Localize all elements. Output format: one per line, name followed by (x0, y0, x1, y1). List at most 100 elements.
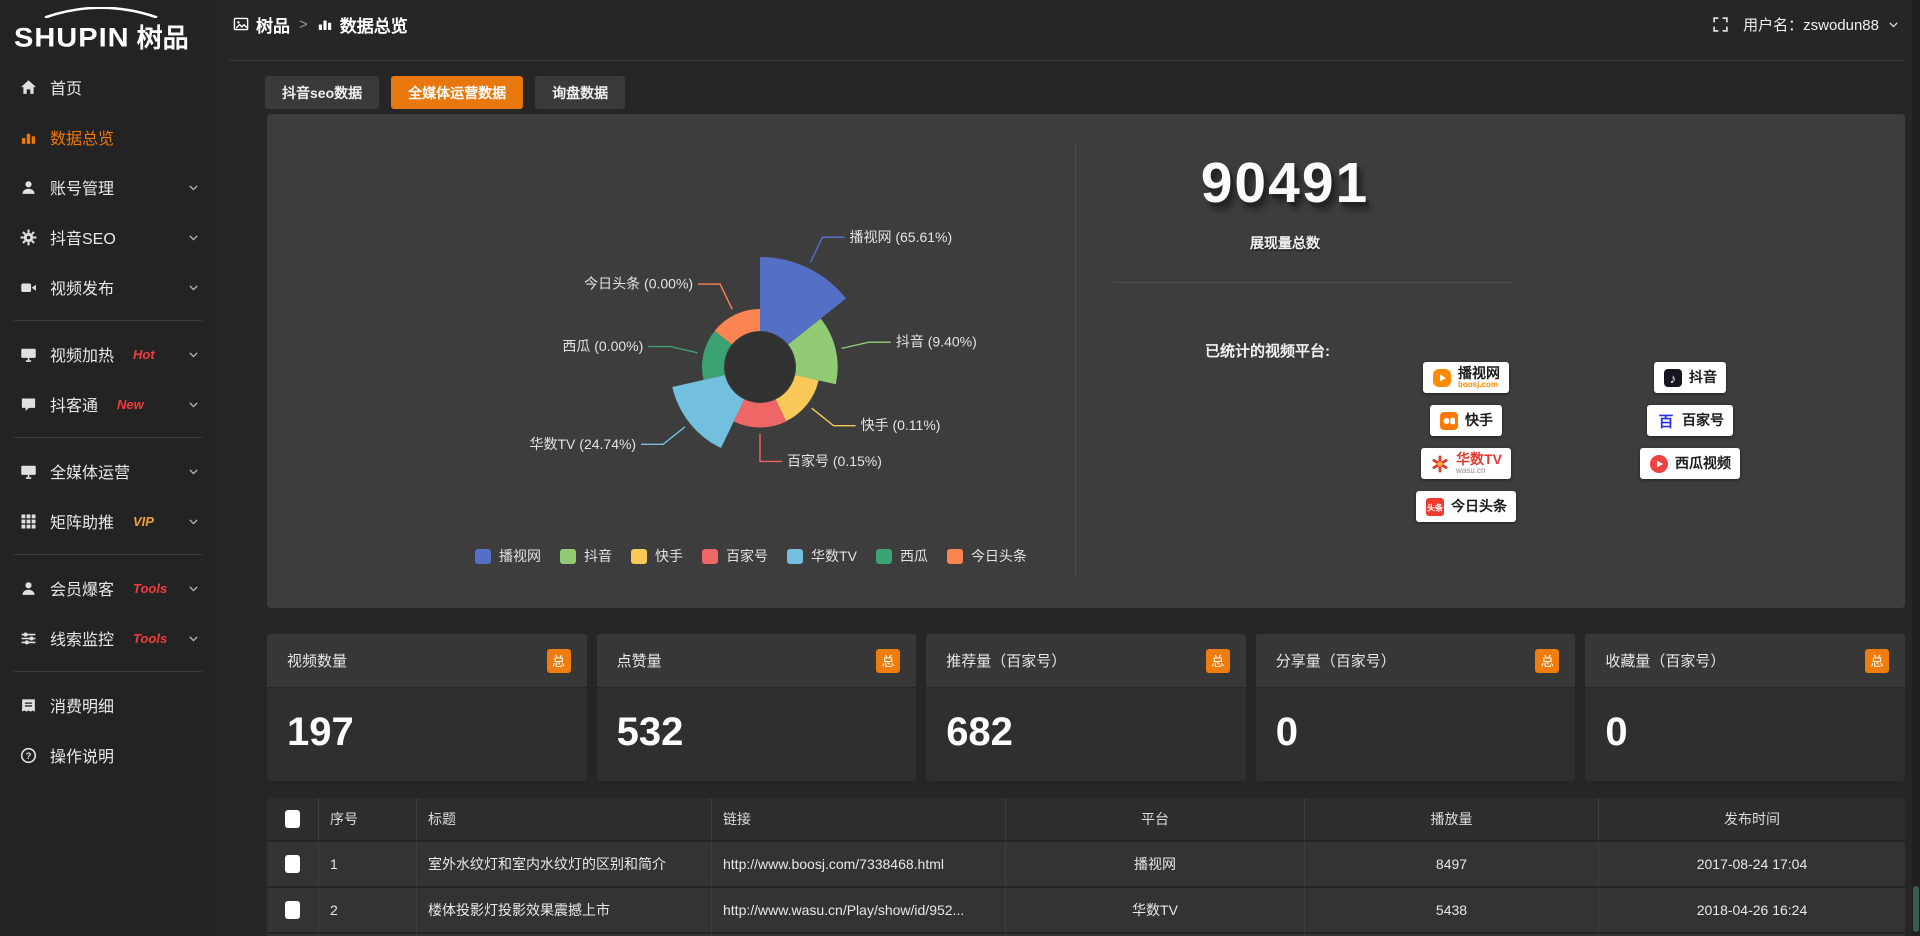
caret-down-icon[interactable] (1887, 18, 1900, 31)
cell-url-link[interactable]: http://www.wasu.cn/Play/show/id/952... (712, 888, 1006, 932)
sidebar-item-member-baoke[interactable]: 会员爆客Tools (0, 563, 216, 613)
sidebar-item-media-ops[interactable]: 全媒体运营 (0, 446, 216, 496)
stat-card-title: 点赞量 (617, 650, 662, 671)
pie-label-line (812, 408, 856, 425)
legend-item-播视网[interactable]: 播视网 (475, 546, 541, 566)
sidebar-item-home[interactable]: 首页 (0, 62, 216, 112)
breadcrumb-item-data-overview[interactable]: 数据总览 (317, 12, 408, 37)
platform-badge-label: 抖音 (1689, 370, 1717, 385)
stat-card-2: 推荐量（百家号）总682 (926, 634, 1246, 781)
sidebar-item-tag: Tools (133, 581, 167, 596)
platform-badge-xigua: 西瓜视频 (1640, 448, 1740, 479)
row-checkbox[interactable] (285, 855, 300, 873)
row-select-cell (267, 888, 319, 932)
sidebar-item-video-heat[interactable]: 视频加热Hot (0, 329, 216, 379)
cell-title-link[interactable]: 楼体投影灯投影效果震撼上市 (417, 888, 712, 932)
image-icon (233, 16, 249, 32)
legend-swatch (631, 549, 647, 564)
legend-item-百家号[interactable]: 百家号 (702, 546, 768, 566)
legend-item-快手[interactable]: 快手 (631, 546, 683, 566)
platform-badge-text: 华数TVwasu.cn (1456, 452, 1502, 475)
stat-card-value: 0 (1585, 688, 1905, 755)
sidebar-item-data-overview[interactable]: 数据总览 (0, 112, 216, 162)
tab-inquiry-data[interactable]: 询盘数据 (535, 76, 625, 109)
legend-swatch (560, 549, 576, 564)
user-icon (20, 580, 37, 597)
stat-card-header: 视频数量总 (267, 634, 587, 688)
pie-slice-播视网[interactable] (760, 257, 846, 345)
platform-badge-text: 播视网boosj.com (1458, 366, 1500, 389)
row-checkbox[interactable] (285, 901, 300, 919)
legend-item-西瓜[interactable]: 西瓜 (876, 546, 928, 566)
platform-badge-label: 百家号 (1682, 413, 1724, 428)
legend-swatch (787, 549, 803, 564)
sidebar-item-douketong[interactable]: 抖客通New (0, 379, 216, 429)
table-header-0: 序号 (319, 798, 417, 840)
total-badge[interactable]: 总 (1206, 649, 1230, 673)
legend-label: 播视网 (499, 546, 541, 566)
pie-label: 西瓜 (0.00%) (562, 338, 643, 354)
legend-item-今日头条[interactable]: 今日头条 (947, 546, 1027, 566)
stat-card-value: 532 (597, 688, 917, 755)
platform-badge-douyin: ♪ 抖音 (1654, 362, 1726, 393)
legend-item-华数TV[interactable]: 华数TV (787, 546, 857, 566)
toutiao-logo-icon: 头条 (1425, 497, 1445, 517)
username[interactable]: 用户名：zswodun88 (1743, 14, 1879, 35)
legend-item-抖音[interactable]: 抖音 (560, 546, 612, 566)
pie-label-line (648, 347, 697, 353)
platform-badge-label: 今日头条 (1451, 499, 1507, 514)
tab-douyin-seo-data[interactable]: 抖音seo数据 (265, 76, 379, 109)
stat-card-header: 推荐量（百家号）总 (926, 634, 1246, 688)
topbar-divider (229, 60, 1905, 61)
pie-label-line (698, 284, 732, 309)
legend-label: 今日头条 (971, 546, 1027, 566)
fullscreen-icon[interactable] (1712, 16, 1729, 33)
user-area: 用户名：zswodun88 (1712, 14, 1900, 35)
logo-arc-icon (42, 7, 160, 18)
total-badge[interactable]: 总 (1535, 649, 1559, 673)
sidebar-item-label: 首页 (50, 75, 82, 99)
cell-title-link[interactable]: 室外水纹灯和室内水纹灯的区别和简介 (417, 842, 712, 886)
stat-card-4: 收藏量（百家号）总0 (1585, 634, 1905, 781)
cell-platform: 播视网 (1006, 842, 1305, 886)
total-badge[interactable]: 总 (876, 649, 900, 673)
scrollbar[interactable] (1912, 0, 1920, 936)
sidebar-item-video-publish[interactable]: 视频发布 (0, 262, 216, 312)
total-badge[interactable]: 总 (547, 649, 571, 673)
sidebar-item-label: 视频加热 (50, 342, 114, 366)
platform-badge-sub: boosj.com (1458, 381, 1500, 389)
caret-icon (187, 348, 200, 361)
sidebar-item-clue-monitor[interactable]: 线索监控Tools (0, 613, 216, 663)
kuaishou-logo-icon (1439, 411, 1459, 431)
legend-swatch (702, 549, 718, 564)
platform-badge-text: 抖音 (1689, 370, 1717, 385)
grid-icon (20, 513, 37, 530)
sidebar-item-consume-detail[interactable]: 消费明细 (0, 680, 216, 730)
topbar: 树品>数据总览 用户名：zswodun88 (216, 0, 1920, 48)
platform-badges-right: ♪抖音百百家号西瓜视频 (1620, 362, 1760, 479)
select-all-checkbox[interactable] (285, 810, 300, 828)
platform-badge-text: 快手 (1465, 413, 1493, 428)
caret-icon (187, 181, 200, 194)
total-badge[interactable]: 总 (1865, 649, 1889, 673)
sidebar-item-douyin-seo[interactable]: 抖音SEO (0, 212, 216, 262)
douyin-logo-icon: ♪ (1663, 368, 1683, 388)
platform-badge-sub: wasu.cn (1456, 467, 1502, 475)
sidebar-item-matrix-boost[interactable]: 矩阵助推VIP (0, 496, 216, 546)
pie-label-line (842, 342, 891, 348)
sidebar: SHUPIN 树品 首页数据总览账号管理抖音SEO视频发布视频加热Hot抖客通N… (0, 0, 216, 936)
sidebar-item-account-manage[interactable]: 账号管理 (0, 162, 216, 212)
sidebar-item-operation-help[interactable]: ?操作说明 (0, 730, 216, 780)
cell-plays: 5438 (1305, 888, 1599, 932)
cell-plays: 8497 (1305, 842, 1599, 886)
sidebar-divider (14, 554, 202, 555)
breadcrumb-item-shupin[interactable]: 树品 (233, 12, 290, 37)
scrollbar-thumb[interactable] (1913, 886, 1919, 932)
pie-label: 百家号 (0.15%) (787, 453, 882, 469)
caret-icon (187, 465, 200, 478)
xigua-logo-icon (1649, 454, 1669, 474)
pie-center-hole (725, 332, 795, 402)
cell-url-link[interactable]: http://www.boosj.com/7338468.html (712, 842, 1006, 886)
tab-media-ops-data[interactable]: 全媒体运营数据 (391, 76, 523, 109)
app-logo[interactable]: SHUPIN 树品 (0, 0, 216, 62)
